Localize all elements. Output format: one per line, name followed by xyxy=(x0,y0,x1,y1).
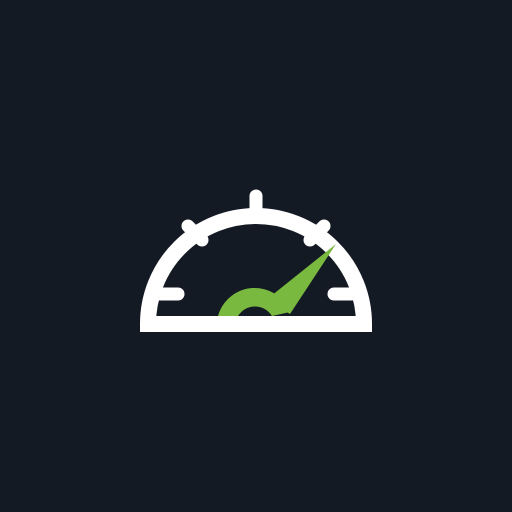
app-icon-tile xyxy=(0,0,512,512)
gauge-outline xyxy=(139,208,373,332)
speedometer-icon xyxy=(139,189,373,332)
gauge-needle xyxy=(266,244,336,314)
